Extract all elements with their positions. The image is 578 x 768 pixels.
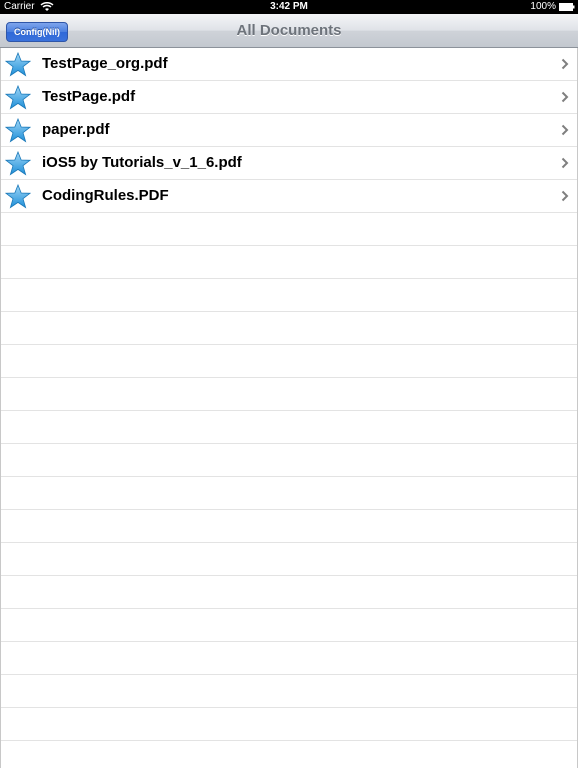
star-icon: [5, 52, 31, 77]
document-name: TestPage.pdf: [42, 88, 136, 105]
star-icon: [5, 151, 31, 176]
list-item[interactable]: iOS5 by Tutorials_v_1_6.pdf: [1, 147, 577, 180]
star-icon: [5, 184, 31, 209]
list-item[interactable]: TestPage_org.pdf: [1, 48, 577, 81]
star-icon: [5, 118, 31, 143]
document-name: paper.pdf: [42, 121, 110, 138]
navigation-bar: All Documents Config(Nil): [0, 14, 578, 48]
status-bar: Carrier 3:42 PM 100%: [0, 0, 578, 14]
list-item[interactable]: CodingRules.PDF: [1, 180, 577, 213]
document-name: iOS5 by Tutorials_v_1_6.pdf: [42, 154, 242, 171]
config-button[interactable]: Config(Nil): [6, 22, 68, 42]
battery-percent: 100%: [530, 1, 556, 12]
chevron-right-icon: [561, 124, 569, 136]
chevron-right-icon: [561, 157, 569, 169]
star-icon: [5, 85, 31, 110]
chevron-right-icon: [561, 58, 569, 70]
document-name: CodingRules.PDF: [42, 187, 169, 204]
battery-icon: [559, 3, 575, 11]
clock-label: 3:42 PM: [270, 1, 308, 12]
document-name: TestPage_org.pdf: [42, 55, 168, 72]
list-item[interactable]: TestPage.pdf: [1, 81, 577, 114]
documents-table: TestPage_org.pdf TestPage.pdf paper.pdf …: [0, 48, 578, 768]
chevron-right-icon: [561, 190, 569, 202]
list-item[interactable]: paper.pdf: [1, 114, 577, 147]
chevron-right-icon: [561, 91, 569, 103]
page-title: All Documents: [236, 22, 342, 39]
